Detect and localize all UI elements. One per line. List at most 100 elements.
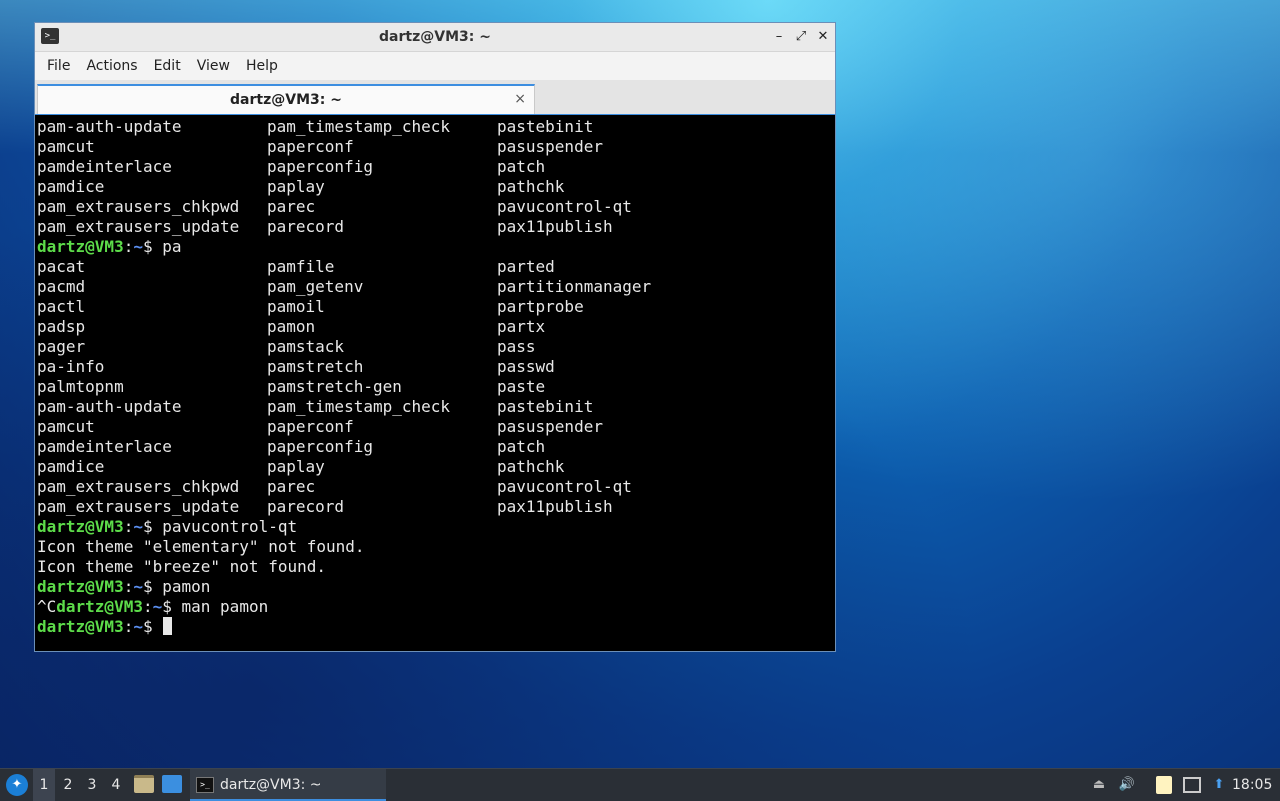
terminal-line: palmtopnm pamstretch-gen paste (37, 377, 835, 397)
completion-entry: paste (497, 377, 546, 396)
completion-entry: partprobe (497, 297, 584, 316)
completion-entry: paperconfig (267, 437, 373, 456)
completion-entry: pam_timestamp_check (267, 397, 451, 416)
completion-entry: pathchk (497, 457, 565, 476)
volume-icon[interactable]: 🔊 (1118, 776, 1136, 794)
terminal-line: dartz@VM3: ~ $ pavucontrol-qt (37, 517, 835, 537)
network-icon[interactable] (1183, 777, 1201, 793)
terminal-line: pam_extrausers_chkpwd parec pavucontrol-qt (37, 477, 835, 497)
menu-edit[interactable]: Edit (146, 52, 189, 80)
prompt-symbol: $ (142, 517, 163, 536)
menu-file[interactable]: File (39, 52, 78, 80)
clock: 18:05 (1232, 777, 1273, 793)
terminal-line: pamdice paplay pathchk (37, 457, 835, 477)
show-desktop-icon[interactable] (162, 775, 182, 793)
completion-entry: pax11publish (497, 217, 613, 236)
start-menu-icon[interactable]: ✦ (6, 774, 28, 796)
terminal-line: ^C dartz@VM3: ~ $ man pamon (37, 597, 835, 617)
tab-terminal[interactable]: dartz@VM3: ~ × (37, 84, 535, 114)
completion-entry: padsp (37, 317, 86, 336)
completion-entry: pamstretch-gen (267, 377, 402, 396)
completion-entry: pam_extrausers_chkpwd (37, 197, 240, 216)
completion-entry: pamon (267, 317, 316, 336)
terminal-line: pacmd pam_getenv partitionmanager (37, 277, 835, 297)
text-cursor (163, 617, 173, 635)
completion-entry: pamstretch (267, 357, 364, 376)
prompt-path: ~ (133, 577, 143, 596)
completion-entry: pass (497, 337, 536, 356)
workspace-2[interactable]: 2 (57, 769, 79, 801)
prompt-user: dartz@VM3 (37, 617, 124, 636)
completion-entry: pavucontrol-qt (497, 197, 632, 216)
tab-close-icon[interactable]: × (514, 91, 526, 107)
completion-entry: pamcut (37, 137, 95, 156)
terminal-line: pamdeinterlace paperconfig patch (37, 437, 835, 457)
completion-entry: pam-auth-update (37, 397, 182, 416)
file-manager-icon[interactable] (134, 775, 154, 793)
menu-actions[interactable]: Actions (78, 52, 145, 80)
menubar: File Actions Edit View Help (35, 52, 835, 80)
completion-entry: patch (497, 157, 546, 176)
terminal-line: pager pamstack pass (37, 337, 835, 357)
completion-entry: parted (497, 257, 555, 276)
terminal-line: pactl pamoil partprobe (37, 297, 835, 317)
completion-entry: pam_extrausers_update (37, 497, 240, 516)
completion-entry: pacmd (37, 277, 86, 296)
prompt-path: ~ (152, 597, 163, 616)
prompt-path: ~ (133, 237, 143, 256)
update-notifier-icon[interactable]: ⬆ (1210, 776, 1228, 794)
completion-entry: pacat (37, 257, 86, 276)
completion-entry: pastebinit (497, 117, 594, 136)
terminal-task-icon: >_ (196, 777, 214, 793)
completion-entry: pam_getenv (267, 277, 364, 296)
terminal-line: pamcut paperconf pasuspender (37, 137, 835, 157)
completion-entry: pamfile (267, 257, 335, 276)
completion-entry: pa-info (37, 357, 105, 376)
command-text: man pamon (181, 597, 269, 616)
completion-entry: paplay (267, 177, 325, 196)
prompt-symbol: $ (142, 237, 163, 256)
output-text: Icon theme "breeze" not found. (37, 557, 326, 576)
prompt-user: dartz@VM3 (37, 577, 124, 596)
terminal-line: pam-auth-update pam_timestamp_check pasteb… (37, 117, 835, 137)
completion-entry: palmtopnm (37, 377, 124, 396)
completion-entry: parec (267, 197, 316, 216)
completion-entry: pamdeinterlace (37, 157, 172, 176)
tray-arrow-icon[interactable]: ⏏ (1090, 776, 1108, 794)
prompt-symbol: $ (142, 577, 163, 596)
completion-entry: pam_extrausers_update (37, 217, 240, 236)
tab-label: dartz@VM3: ~ (230, 92, 342, 108)
completion-entry: pam-auth-update (37, 117, 182, 136)
menu-view[interactable]: View (189, 52, 238, 80)
terminal-line: Icon theme "elementary" not found. (37, 537, 835, 557)
terminal-window[interactable]: >_ dartz@VM3: ~ – ⤢ ✕ File Actions Edit … (34, 22, 836, 652)
completion-entry: paplay (267, 457, 325, 476)
workspace-3[interactable]: 3 (81, 769, 103, 801)
completion-entry: pasuspender (497, 137, 603, 156)
terminal-line: pam_extrausers_chkpwd parec pavucontrol-qt (37, 197, 835, 217)
completion-entry: paperconf (267, 417, 354, 436)
prompt-separator: : (123, 577, 134, 596)
terminal-line: Icon theme "breeze" not found. (37, 557, 835, 577)
minimize-button[interactable]: – (771, 28, 787, 46)
terminal-line: pamdice paplay pathchk (37, 177, 835, 197)
window-title: dartz@VM3: ~ (379, 29, 491, 45)
clipboard-icon[interactable] (1156, 776, 1172, 794)
workspace-1[interactable]: 1 (33, 769, 55, 801)
completion-entry: partx (497, 317, 546, 336)
menu-help[interactable]: Help (238, 52, 286, 80)
terminal-line: dartz@VM3: ~ $ (37, 617, 835, 637)
terminal-line: pamdeinterlace paperconfig patch (37, 157, 835, 177)
prompt-separator: : (142, 597, 153, 616)
window-titlebar[interactable]: >_ dartz@VM3: ~ – ⤢ ✕ (35, 23, 835, 52)
maximize-button[interactable]: ⤢ (793, 28, 809, 46)
task-terminal-button[interactable]: >_ dartz@VM3: ~ (190, 769, 386, 801)
taskbar: ✦ 1 2 3 4 >_ dartz@VM3: ~ ⏏ 🔊 ⬆ 18:05 (0, 768, 1280, 801)
completion-entry: pamstack (267, 337, 345, 356)
prompt-separator: : (123, 617, 134, 636)
interrupt-marker: ^C (37, 597, 57, 616)
completion-entry: parec (267, 477, 316, 496)
terminal-output[interactable]: pam-auth-update pam_timestamp_check pasteb… (35, 114, 835, 651)
workspace-4[interactable]: 4 (105, 769, 127, 801)
close-button[interactable]: ✕ (815, 28, 831, 46)
